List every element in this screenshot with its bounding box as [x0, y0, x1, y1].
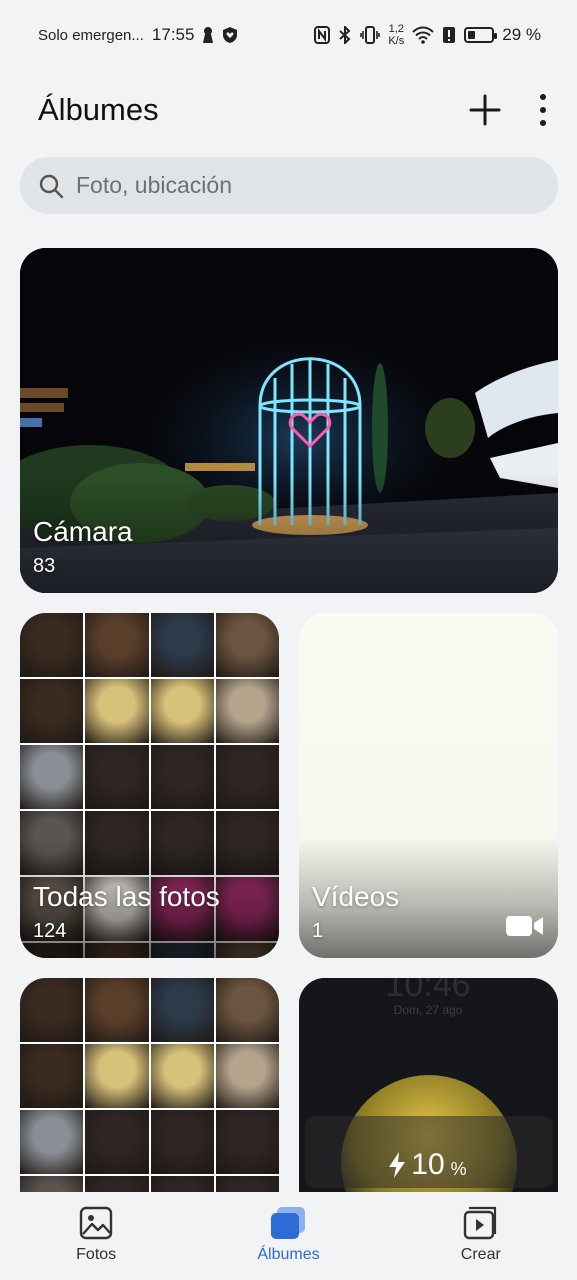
speed-unit: K/s	[388, 35, 405, 47]
photo-thumbnail	[150, 978, 214, 1042]
status-left: Solo emergen... 17:55	[38, 25, 238, 45]
bottom-navigation: Fotos Álbumes Crear	[0, 1192, 577, 1280]
network-speed: 1,2 K/s	[388, 23, 404, 47]
svg-text:10:46: 10:46	[385, 978, 470, 1004]
photo-thumbnail	[20, 1044, 84, 1108]
photo-thumbnail	[150, 1110, 214, 1174]
search-icon	[39, 174, 64, 198]
photo-thumbnail	[85, 679, 149, 743]
charging-indicator: 10 %	[343, 1130, 513, 1200]
album-count: 83	[33, 555, 56, 577]
status-time: 17:55	[151, 25, 195, 44]
photo-thumbnail	[215, 613, 279, 677]
photo-thumbnail	[85, 1044, 149, 1108]
photo-thumbnail	[215, 1044, 279, 1108]
photo-thumbnail	[85, 745, 149, 809]
photo-thumbnail	[215, 1110, 279, 1174]
plus-icon	[469, 94, 501, 126]
status-bar: Solo emergen... 17:55 1,2 K/s 29 %	[0, 0, 577, 70]
battery-icon	[464, 27, 498, 43]
more-vertical-icon	[540, 94, 546, 126]
charge-value: 10	[411, 1148, 445, 1181]
status-right: 1,2 K/s 29 %	[314, 23, 541, 47]
photo-thumbnail	[85, 1110, 149, 1174]
album-name: Vídeos	[312, 881, 400, 912]
nav-label: Crear	[460, 1246, 501, 1263]
photo-thumbnail	[20, 745, 84, 809]
lightning-icon	[389, 1152, 406, 1178]
nfc-icon	[314, 26, 331, 44]
header-actions	[469, 93, 547, 127]
photo-thumbnail	[20, 613, 84, 677]
battery-text: 29 %	[502, 25, 541, 44]
photo-thumbnail	[150, 745, 214, 809]
photo-thumbnail	[150, 1044, 214, 1108]
nav-label: Álbumes	[257, 1246, 320, 1263]
nav-create[interactable]: Crear	[411, 1206, 551, 1264]
photo-thumbnail	[20, 679, 84, 743]
shield-heart-icon	[222, 26, 238, 44]
nav-photos[interactable]: Fotos	[26, 1206, 166, 1264]
photo-thumbnail	[215, 745, 279, 809]
photo-thumbnail	[85, 978, 149, 1042]
nav-label: Fotos	[76, 1246, 117, 1263]
nav-albums[interactable]: Álbumes	[218, 1206, 358, 1264]
bluetooth-icon	[338, 26, 352, 44]
charge-unit: %	[450, 1158, 467, 1179]
more-options-button[interactable]	[539, 93, 547, 127]
album-all-photos[interactable]: Todas las fotos 124	[20, 613, 279, 958]
alert-icon	[442, 26, 456, 44]
add-album-button[interactable]	[469, 94, 501, 126]
albums-icon	[271, 1207, 306, 1239]
photo-thumbnail	[85, 613, 149, 677]
search-input[interactable]	[76, 172, 516, 199]
album-name: Cámara	[33, 516, 133, 547]
photo-thumbnail	[215, 679, 279, 743]
keyhole-icon	[202, 26, 214, 44]
photo-thumbnail	[150, 679, 214, 743]
album-camera[interactable]: Cámara 83	[20, 248, 558, 593]
album-name: Todas las fotos	[33, 881, 220, 912]
vibrate-icon	[360, 26, 381, 44]
speed-value: 1,2	[388, 23, 404, 35]
svg-text:Dom, 27 ago: Dom, 27 ago	[394, 1003, 463, 1017]
album-count: 124	[33, 920, 67, 942]
search-bar[interactable]	[20, 157, 558, 214]
page-title: Álbumes	[38, 92, 159, 127]
photo-thumbnail	[20, 978, 84, 1042]
photo-thumbnail	[20, 1110, 84, 1174]
carrier-text: Solo emergen...	[38, 26, 144, 44]
photo-thumbnail	[215, 978, 279, 1042]
photo-thumbnail	[150, 613, 214, 677]
album-videos[interactable]: Vídeos 1	[299, 613, 558, 958]
create-icon	[463, 1206, 496, 1240]
photo-icon	[79, 1206, 113, 1240]
video-camera-icon	[506, 916, 543, 936]
album-count: 1	[312, 920, 324, 942]
wifi-icon	[412, 26, 434, 44]
header: Álbumes	[0, 70, 577, 150]
